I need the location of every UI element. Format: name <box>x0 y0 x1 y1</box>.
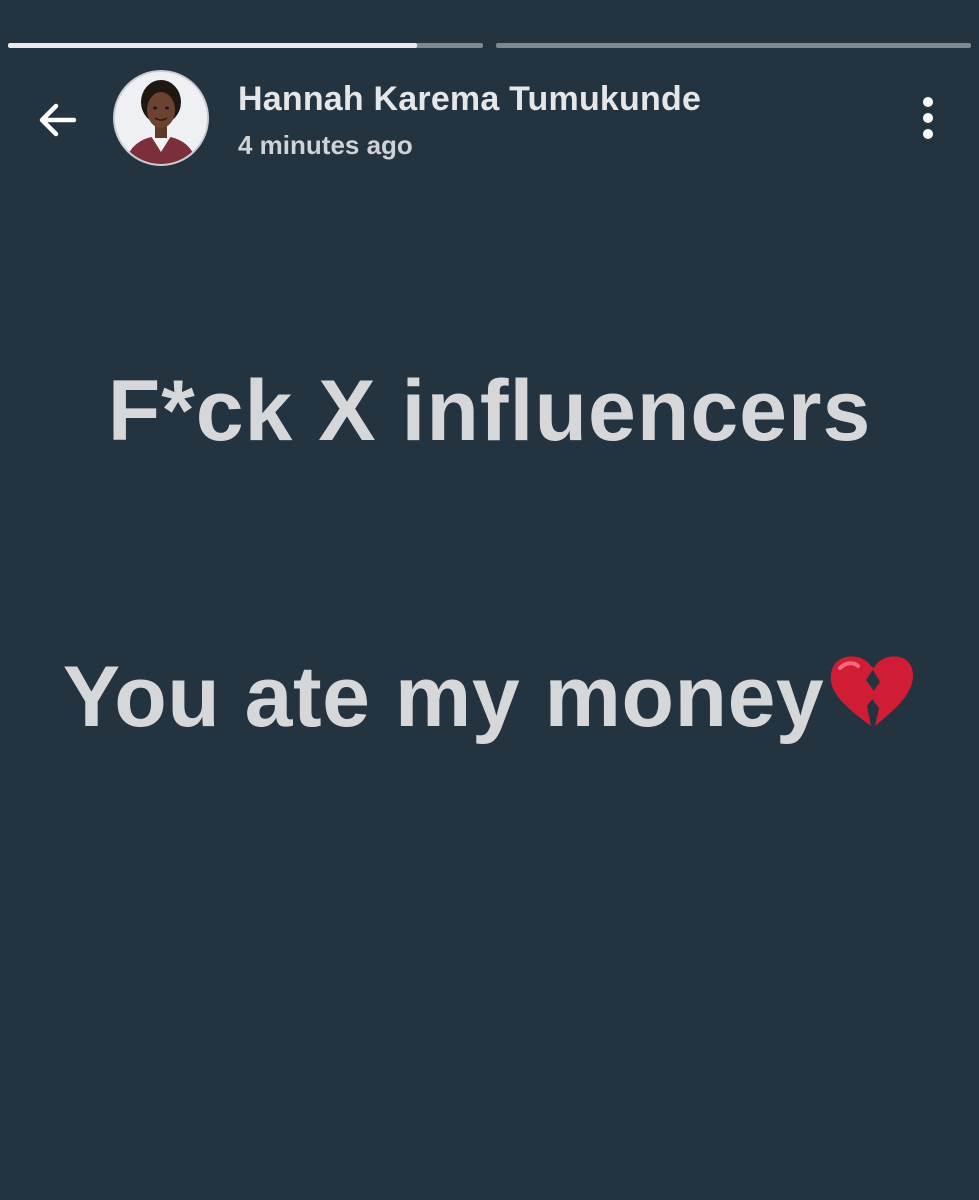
progress-segment <box>8 43 483 48</box>
user-name[interactable]: Hannah Karema Tumukunde <box>238 80 701 119</box>
story-text-line-2-label: You ate my money <box>62 649 825 745</box>
story-viewer: Hannah Karema Tumukunde 4 minutes ago F*… <box>0 0 979 1200</box>
broken-heart-icon <box>830 656 914 726</box>
more-options-button[interactable] <box>906 92 950 144</box>
back-button[interactable] <box>30 92 86 148</box>
more-vertical-icon <box>923 97 933 139</box>
story-text-line-1: F*ck X influencers <box>107 363 872 459</box>
post-timestamp: 4 minutes ago <box>238 130 413 160</box>
progress-segment <box>496 43 971 48</box>
arrow-left-icon <box>39 103 77 137</box>
story-text-line-2: You ate my money <box>0 648 979 747</box>
avatar[interactable] <box>113 70 209 166</box>
progress-segment-fill <box>8 43 417 48</box>
story-progress-bar <box>8 43 971 48</box>
profile-photo <box>115 72 207 164</box>
